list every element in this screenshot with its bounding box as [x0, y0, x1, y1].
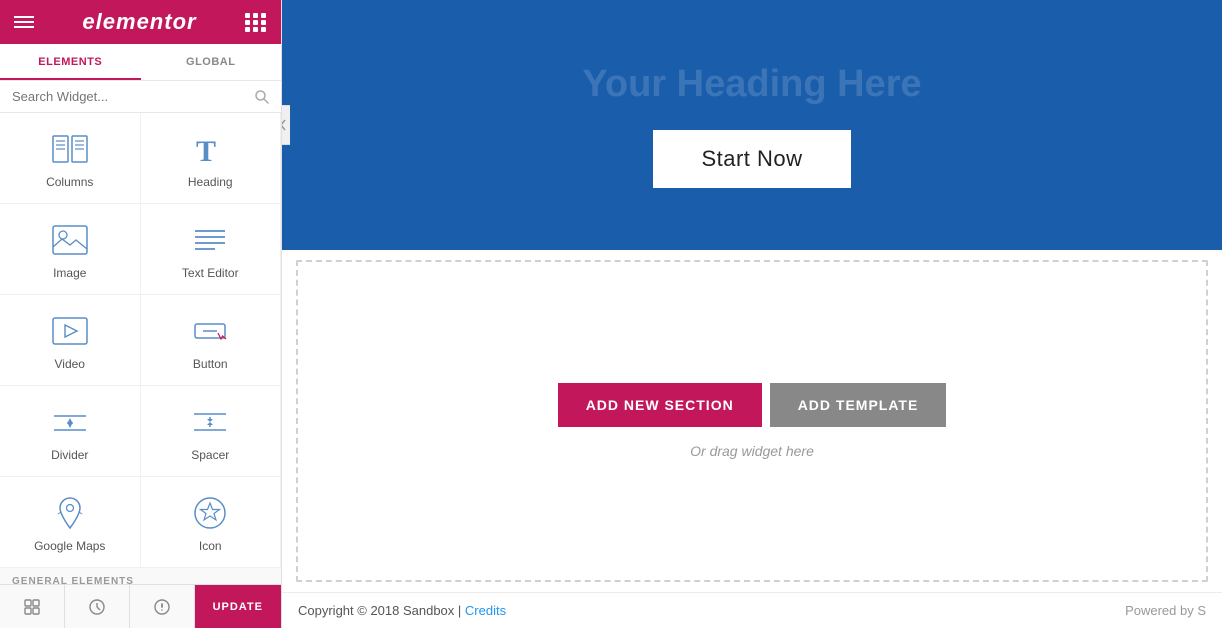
spacer-label: Spacer: [191, 448, 229, 462]
divider-icon: [52, 404, 88, 440]
widget-columns[interactable]: Columns: [0, 113, 141, 204]
add-new-section-button[interactable]: ADD NEW SECTION: [558, 383, 762, 427]
spacer-icon: [192, 404, 228, 440]
video-label: Video: [55, 357, 85, 371]
button-icon: [192, 313, 228, 349]
canvas-footer: Copyright © 2018 Sandbox | Credits Power…: [282, 592, 1222, 628]
text-editor-icon: [192, 222, 228, 258]
sidebar-header: elementor: [0, 0, 281, 44]
widget-video[interactable]: Video: [0, 295, 141, 386]
add-section-buttons: ADD NEW SECTION ADD TEMPLATE: [558, 383, 947, 427]
columns-label: Columns: [46, 175, 93, 189]
update-button[interactable]: UPDATE: [195, 585, 281, 628]
widget-heading[interactable]: T Heading: [141, 113, 282, 204]
add-section-area: ADD NEW SECTION ADD TEMPLATE Or drag wid…: [296, 260, 1208, 582]
google-maps-label: Google Maps: [34, 539, 105, 553]
widget-spacer[interactable]: Spacer: [141, 386, 282, 477]
widget-text-editor[interactable]: Text Editor: [141, 204, 282, 295]
search-bar: [0, 81, 281, 113]
sidebar-footer: UPDATE: [0, 584, 281, 628]
footer-icon-1[interactable]: [0, 585, 65, 628]
search-input[interactable]: [12, 89, 255, 104]
heading-label: Heading: [188, 175, 233, 189]
sidebar: elementor ELEMENTS GLOBAL: [0, 0, 282, 628]
svg-text:T: T: [196, 135, 216, 165]
video-icon: [52, 313, 88, 349]
google-maps-icon: [52, 495, 88, 531]
icon-widget-icon: [192, 495, 228, 531]
image-label: Image: [53, 266, 86, 280]
footer-icon-2[interactable]: [65, 585, 130, 628]
powered-by: Powered by S: [1125, 603, 1206, 618]
credits-link[interactable]: Credits: [465, 603, 506, 618]
search-icon: [255, 90, 269, 104]
footer-icon-3[interactable]: [130, 585, 195, 628]
footer-copyright: Copyright © 2018 Sandbox | Credits: [298, 603, 506, 618]
grid-menu-button[interactable]: [245, 13, 267, 32]
widget-icon[interactable]: Icon: [141, 477, 282, 568]
collapse-handle-button[interactable]: [282, 105, 290, 145]
main-canvas: Your Heading Here Start Now ADD NEW SECT…: [282, 0, 1222, 628]
sidebar-tabs: ELEMENTS GLOBAL: [0, 44, 281, 81]
elementor-logo: elementor: [82, 9, 196, 35]
divider-label: Divider: [51, 448, 88, 462]
drag-hint: Or drag widget here: [690, 443, 814, 459]
widgets-grid: Columns T Heading Image: [0, 113, 281, 584]
hamburger-menu-button[interactable]: [14, 16, 34, 28]
icon-label: Icon: [199, 539, 222, 553]
text-editor-label: Text Editor: [182, 266, 239, 280]
hero-section: Your Heading Here Start Now: [282, 0, 1222, 250]
widget-google-maps[interactable]: Google Maps: [0, 477, 141, 568]
general-elements-section-label: GENERAL ELEMENTS: [0, 568, 281, 584]
hero-background-title: Your Heading Here: [582, 63, 921, 106]
tab-global[interactable]: GLOBAL: [141, 44, 282, 80]
button-label: Button: [193, 357, 228, 371]
start-now-button[interactable]: Start Now: [653, 130, 850, 188]
widget-image[interactable]: Image: [0, 204, 141, 295]
image-icon: [52, 222, 88, 258]
tab-elements[interactable]: ELEMENTS: [0, 44, 141, 80]
add-template-button[interactable]: ADD TEMPLATE: [770, 383, 947, 427]
columns-icon: [52, 131, 88, 167]
widget-divider[interactable]: Divider: [0, 386, 141, 477]
heading-icon: T: [192, 131, 228, 167]
widget-button[interactable]: Button: [141, 295, 282, 386]
